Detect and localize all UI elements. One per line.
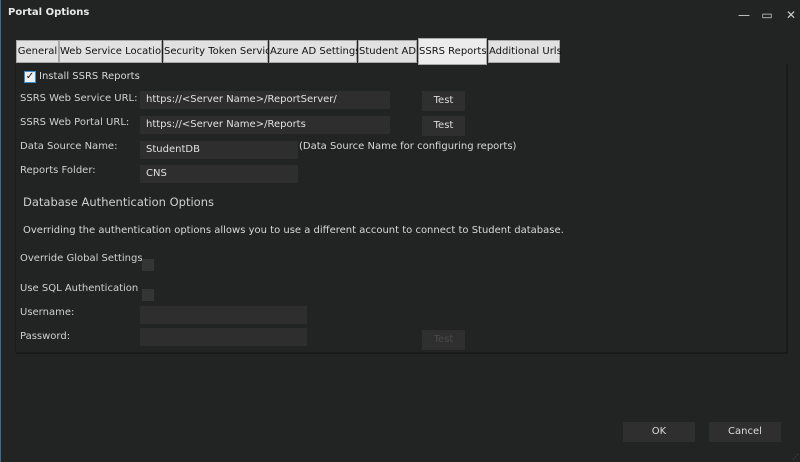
username-input[interactable]	[140, 306, 307, 324]
cancel-button[interactable]: Cancel	[709, 422, 781, 442]
reports-folder-label: Reports Folder:	[20, 165, 96, 176]
sql-auth-label: Use SQL Authentication	[20, 283, 139, 294]
tab-web-service-location[interactable]: Web Service Location	[59, 40, 167, 63]
sql-auth-checkbox[interactable]	[142, 289, 154, 301]
resize-grip-icon[interactable]: ⋰	[792, 453, 799, 461]
username-label: Username:	[20, 307, 75, 318]
auth-description: Overriding the authentication options al…	[23, 225, 564, 236]
minimize-icon[interactable]: —	[736, 8, 752, 22]
password-input[interactable]	[140, 328, 307, 346]
reports-folder-input[interactable]: CNS	[140, 165, 298, 183]
data-source-hint: (Data Source Name for configuring report…	[299, 141, 517, 152]
test-web-service-button[interactable]: Test	[422, 91, 465, 111]
tab-security-token-service[interactable]: Security Token Service	[163, 40, 277, 63]
close-icon[interactable]: ✕	[783, 8, 799, 22]
tab-additional-urls[interactable]: Additional Urls	[488, 40, 562, 63]
override-checkbox[interactable]	[142, 259, 154, 271]
web-service-url-label: SSRS Web Service URL:	[20, 93, 138, 104]
ok-button[interactable]: OK	[623, 422, 695, 442]
tab-azure-ad-settings[interactable]: Azure AD Settings	[269, 40, 360, 63]
install-ssrs-checkbox[interactable]: ✓	[24, 71, 36, 83]
tab-general[interactable]: General	[16, 40, 59, 63]
maximize-icon[interactable]: ▭	[759, 8, 775, 22]
data-source-label: Data Source Name:	[20, 141, 118, 152]
password-label: Password:	[20, 331, 71, 342]
override-label: Override Global Settings	[20, 253, 143, 264]
auth-heading: Database Authentication Options	[23, 195, 214, 209]
tab-ssrs-reports[interactable]: SSRS Reports	[418, 38, 487, 65]
test-web-portal-button[interactable]: Test	[422, 116, 465, 136]
data-source-input[interactable]: StudentDB	[140, 141, 298, 159]
install-ssrs-label: Install SSRS Reports	[39, 71, 140, 82]
test-auth-button[interactable]: Test	[422, 330, 465, 350]
tab-student-ad[interactable]: Student AD	[358, 40, 417, 63]
web-portal-url-input[interactable]: https://<Server Name>/Reports	[140, 116, 390, 134]
web-service-url-input[interactable]: https://<Server Name>/ReportServer/	[140, 91, 390, 109]
window-title: Portal Options	[8, 7, 90, 18]
web-portal-url-label: SSRS Web Portal URL:	[20, 117, 130, 128]
